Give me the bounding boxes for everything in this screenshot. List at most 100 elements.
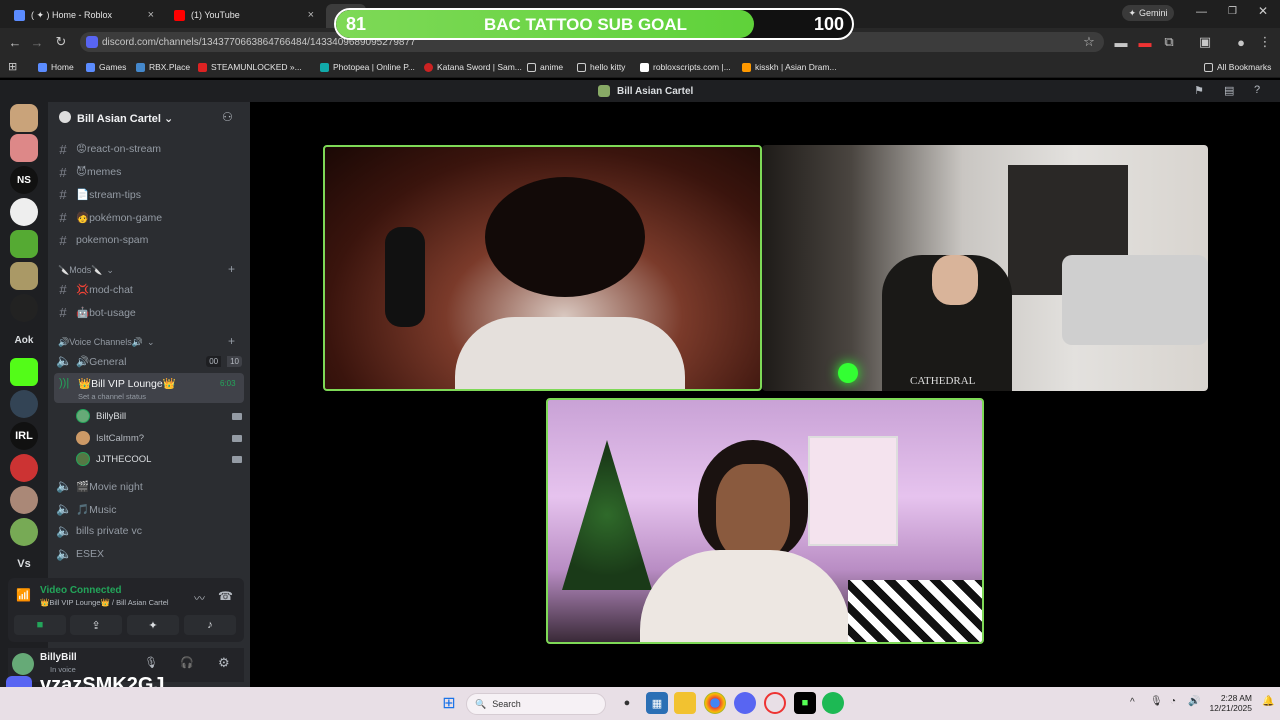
server-icon-vs[interactable]: Vs <box>10 550 38 578</box>
server-icon[interactable] <box>10 198 38 226</box>
server-icon-aok[interactable]: Aok <box>10 326 38 354</box>
voice-channel-bills-private[interactable]: 🔈 bills private vc <box>56 521 242 541</box>
bookmark-hello-kitty[interactable]: hello kitty <box>577 60 625 74</box>
server-icon[interactable] <box>10 262 38 290</box>
back-icon[interactable]: ← <box>6 33 24 51</box>
opera-icon[interactable] <box>764 692 786 714</box>
headphones-icon[interactable]: 🎧 <box>180 656 194 669</box>
voice-user[interactable]: IsItCalmm? <box>76 428 242 448</box>
volume-icon[interactable]: 🔊 <box>1188 696 1200 707</box>
menu-icon[interactable]: ⋮ <box>1256 33 1274 51</box>
category-voice[interactable]: 🔊Voice Channels🔊 ⌄ <box>58 335 155 349</box>
channel-stream-tips[interactable]: # 📄stream-tips <box>56 184 242 204</box>
server-icon-kick[interactable] <box>10 358 38 386</box>
inbox-icon[interactable]: ▤ <box>1224 84 1234 97</box>
file-explorer-icon[interactable] <box>674 692 696 714</box>
server-icon[interactable] <box>10 230 38 258</box>
server-icon[interactable] <box>10 454 38 482</box>
tray-chevron-icon[interactable]: ^ <box>1130 697 1135 708</box>
server-icon-irl[interactable]: IRL <box>10 422 38 450</box>
bookmark-katana[interactable]: Katana Sword | Sam... <box>424 60 522 74</box>
server-icon[interactable] <box>10 390 38 418</box>
server-icon[interactable] <box>10 134 38 162</box>
profile-avatar[interactable]: ● <box>1232 33 1250 51</box>
close-icon[interactable]: × <box>308 9 314 21</box>
bookmark-star-icon[interactable]: ☆ <box>1080 33 1098 51</box>
disconnect-icon[interactable]: ☎ <box>218 589 233 603</box>
microphone-icon[interactable]: 🎙 <box>144 656 158 669</box>
all-bookmarks[interactable]: All Bookmarks <box>1204 60 1271 74</box>
noise-suppression-icon[interactable]: 〰 <box>194 590 205 606</box>
video-tile-2[interactable]: CATHEDRAL <box>762 145 1208 391</box>
discord-taskbar-icon[interactable] <box>734 692 756 714</box>
bookmark-anime[interactable]: anime <box>527 60 563 74</box>
tab-youtube[interactable]: (1) YouTube × <box>166 4 322 26</box>
server-icon[interactable] <box>10 518 38 546</box>
restore-icon[interactable]: ❐ <box>1228 6 1237 17</box>
voice-user[interactable]: BillyBill <box>76 406 242 426</box>
add-channel-icon[interactable]: + <box>228 262 235 276</box>
video-tile-3[interactable] <box>546 398 984 644</box>
channel-bot-usage[interactable]: # 🤖bot-usage <box>56 302 242 322</box>
chrome-icon[interactable] <box>704 692 726 714</box>
voice-channel-music[interactable]: 🔈 🎵Music <box>56 499 242 519</box>
soundboard-button[interactable]: ♪ <box>184 615 236 635</box>
server-icon[interactable] <box>10 294 38 322</box>
voice-channel-general[interactable]: 🔈 🔊General 00 10 <box>56 351 242 371</box>
channel-mod-chat[interactable]: # 💢mod-chat <box>56 279 242 299</box>
bookmark-robloxscripts[interactable]: robloxscripts.com |... <box>640 60 731 74</box>
settings-gear-icon[interactable]: ⚙ <box>218 655 230 671</box>
server-icon[interactable] <box>10 104 38 132</box>
channel-memes[interactable]: # 😈memes <box>56 162 242 182</box>
extension-red-icon[interactable]: ▬ <box>1136 33 1154 51</box>
channel-react-on-stream[interactable]: # 😡react-on-stream <box>56 139 242 159</box>
puzzle-icon[interactable]: ⧉ <box>1160 33 1178 51</box>
window-close-icon[interactable]: ✕ <box>1258 4 1268 18</box>
channel-pokemon-spam[interactable]: # pokemon-spam <box>56 230 242 250</box>
server-name-header[interactable]: Bill Asian Cartel ⌄ <box>77 112 173 125</box>
site-info-icon[interactable] <box>86 36 98 48</box>
start-windows-icon[interactable]: ⊞ <box>438 692 460 714</box>
bookmark-kisskh[interactable]: kisskh | Asian Dram... <box>742 60 837 74</box>
voice-user[interactable]: JJTHECOOL <box>76 449 242 469</box>
taskbar-app-icon[interactable]: ● <box>616 692 638 714</box>
tray-mic-icon[interactable]: 🎙 <box>1150 696 1163 707</box>
bookmark-home[interactable]: Home <box>38 60 74 74</box>
apps-grid-icon[interactable]: ⊞ <box>8 60 17 73</box>
channel-pokemon-game[interactable]: # 🧑pokémon-game <box>56 207 242 227</box>
inbox-flag-icon[interactable]: ⚑ <box>1194 84 1204 97</box>
notification-bell-icon[interactable]: 🔔 <box>1262 696 1274 707</box>
bookmark-steamunlocked[interactable]: STEAMUNLOCKED »... <box>198 60 302 74</box>
voice-channel-movie-night[interactable]: 🔈 🎬Movie night <box>56 476 242 496</box>
bookmark-rbxplace[interactable]: RBX.Place <box>136 60 190 74</box>
activities-button[interactable]: ✦ <box>127 615 179 635</box>
help-icon[interactable]: ? <box>1254 84 1260 96</box>
spotify-icon[interactable] <box>822 692 844 714</box>
category-mods[interactable]: 🔪Mods🔪 ⌄ <box>58 263 114 277</box>
taskbar-app-icon[interactable]: ▦ <box>646 692 668 714</box>
connection-location[interactable]: 👑Bill VIP Lounge👑 / Bill Asian Cartel <box>40 598 169 607</box>
invite-people-icon[interactable]: ⚇ <box>222 110 233 124</box>
bookmark-games[interactable]: Games <box>86 60 126 74</box>
taskbar-search[interactable]: 🔍 Search <box>466 693 606 715</box>
video-tile-1[interactable] <box>323 145 762 391</box>
taskbar-app-icon[interactable]: ■ <box>794 692 816 714</box>
close-icon[interactable]: × <box>148 9 154 21</box>
channel-status-hint[interactable]: Set a channel status <box>78 392 146 401</box>
forward-icon[interactable]: → <box>28 33 46 51</box>
voice-channel-esex[interactable]: 🔈 ESEX <box>56 544 242 564</box>
camera-toggle-button[interactable]: ■ <box>14 615 66 635</box>
reload-icon[interactable]: ↻ <box>52 33 70 51</box>
screen-share-button[interactable]: ⇪ <box>70 615 122 635</box>
minimize-icon[interactable]: — <box>1196 6 1207 18</box>
server-icon[interactable] <box>10 486 38 514</box>
server-icon-ns[interactable]: NS <box>10 166 38 194</box>
tab-roblox[interactable]: ( ✦ ) Home - Roblox × <box>6 4 162 26</box>
bookmark-photopea[interactable]: Photopea | Online P... <box>320 60 415 74</box>
gemini-button[interactable]: ✦ Gemini <box>1122 5 1174 21</box>
extension-icon[interactable]: ▬ <box>1112 33 1130 51</box>
tray-clock[interactable]: 2:28 AM 12/21/2025 <box>1208 693 1252 713</box>
wifi-icon[interactable]: ◔ <box>1170 696 1176 707</box>
add-channel-icon[interactable]: + <box>228 334 235 348</box>
sidepanel-icon[interactable]: ▣ <box>1196 33 1214 51</box>
